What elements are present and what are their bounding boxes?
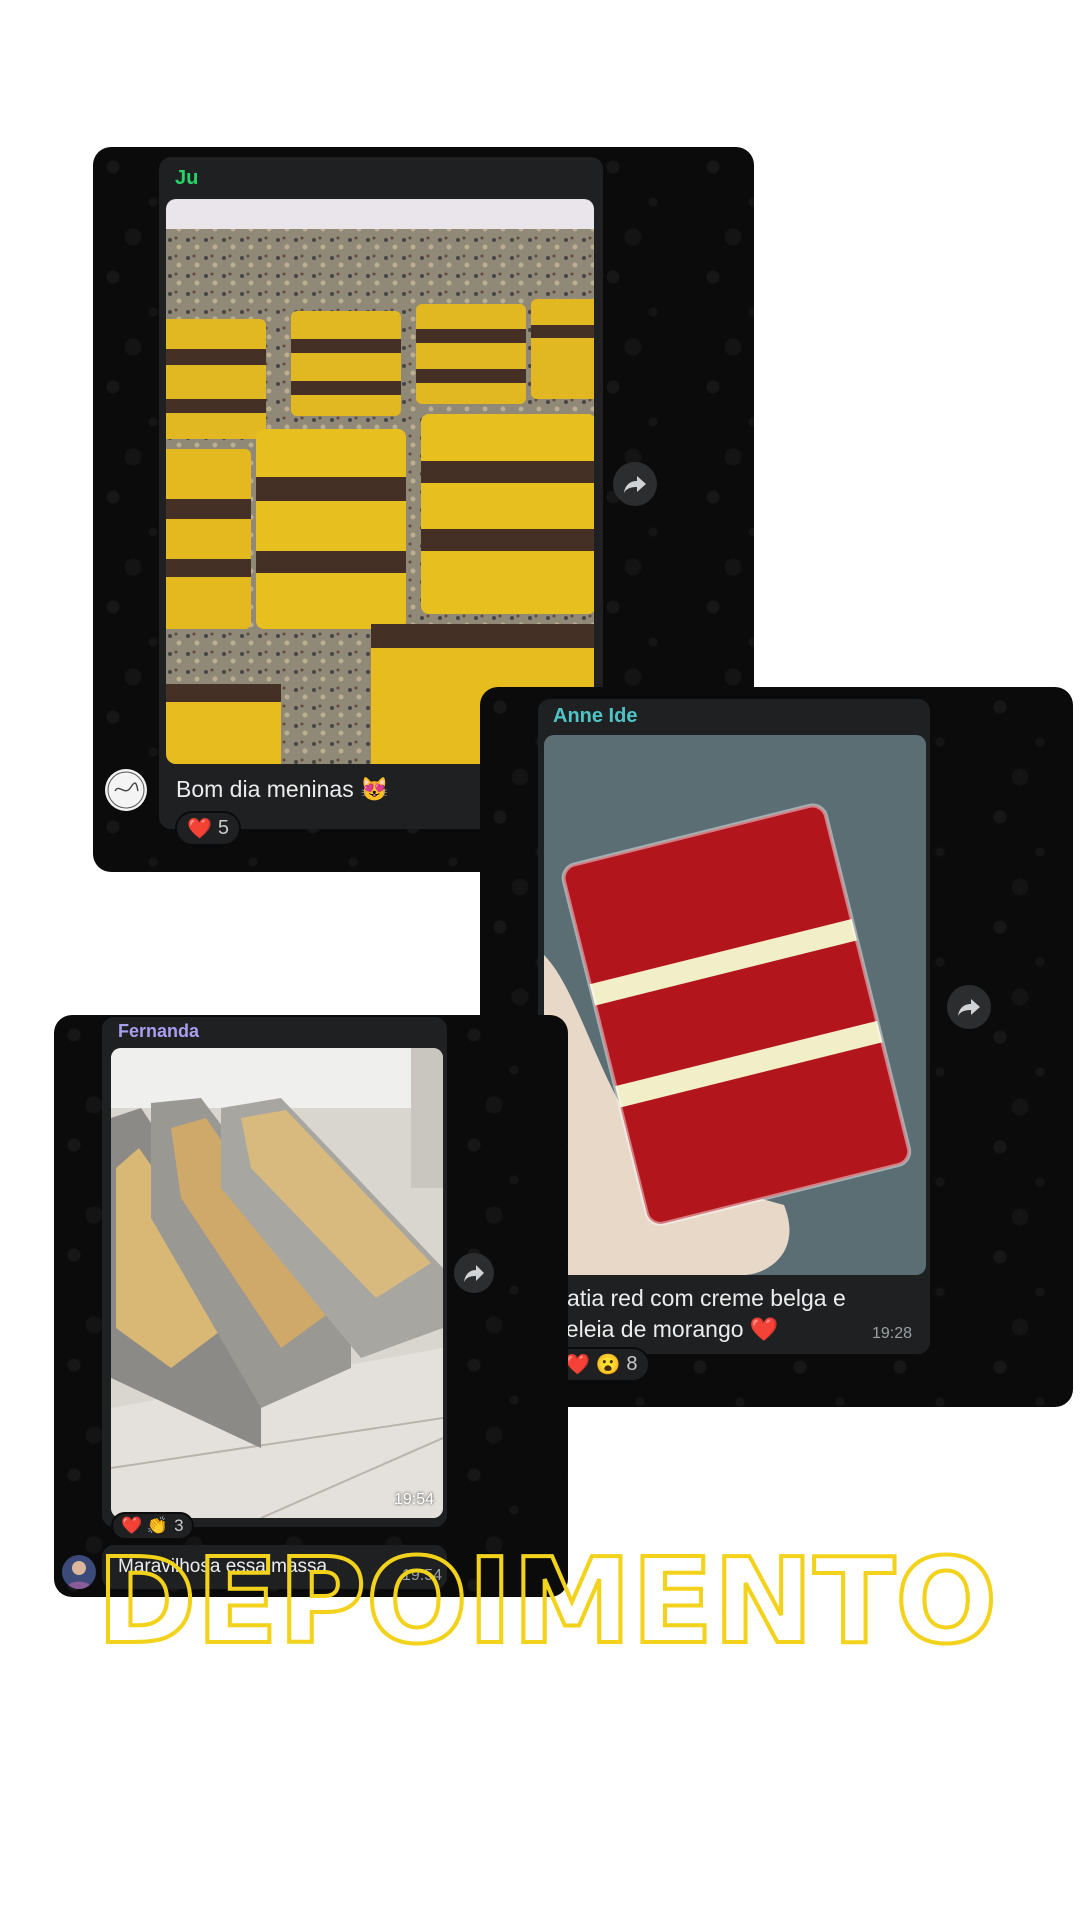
depoimento-title-text: DEPOIMENTO [97,1540,997,1660]
message-time: 19:28 [872,1325,913,1342]
avatar-photo [66,1561,92,1589]
reaction-count: 5 [217,817,230,839]
forward-icon [464,1265,484,1282]
avatar[interactable] [105,769,147,811]
reaction-emojis: ❤️ 😮 [565,1354,621,1376]
forward-button[interactable] [454,1253,494,1293]
cake-slices-image [166,199,594,764]
forward-icon [624,476,646,493]
sender-name: Ju [175,167,199,189]
avatar[interactable] [62,1555,96,1589]
message-time: 19:54 [394,1491,435,1508]
red-velvet-slice-image [544,735,926,1275]
reaction-emojis: ❤️ [187,818,212,840]
message-photo[interactable] [166,199,594,764]
reaction-count: 3 [174,1516,184,1535]
sender-name: Fernanda [118,1021,200,1041]
message-caption-line2: geleia de morango ❤️ [553,1316,779,1342]
forward-icon [958,999,980,1016]
chat-screenshot-fernanda: Fernanda 19:54 ❤️ 👏 3 Maravilhosa essa m… [54,1015,568,1597]
reaction-count: 8 [626,1353,638,1375]
reaction-emojis: ❤️ 👏 [121,1516,169,1535]
forward-button[interactable] [613,462,657,506]
chat-screenshot-anne: Anne Ide Fatia red com creme belga e gel… [480,687,1073,1407]
message-photo[interactable] [544,735,926,1275]
sender-name: Anne Ide [553,705,638,727]
depoimento-title: DEPOIMENTO [95,1540,999,1660]
reactions-pill[interactable]: ❤️ 👏 3 [111,1512,194,1540]
message-caption-line1: Fatia red com creme belga e [553,1285,846,1311]
reactions-pill[interactable]: ❤️ 5 [175,811,242,846]
message-photo[interactable] [111,1048,443,1518]
logo-icon [107,771,145,809]
forward-button[interactable] [947,985,991,1029]
message-caption: Bom dia meninas 😻 [176,776,389,802]
cake-pans-image [111,1048,443,1518]
